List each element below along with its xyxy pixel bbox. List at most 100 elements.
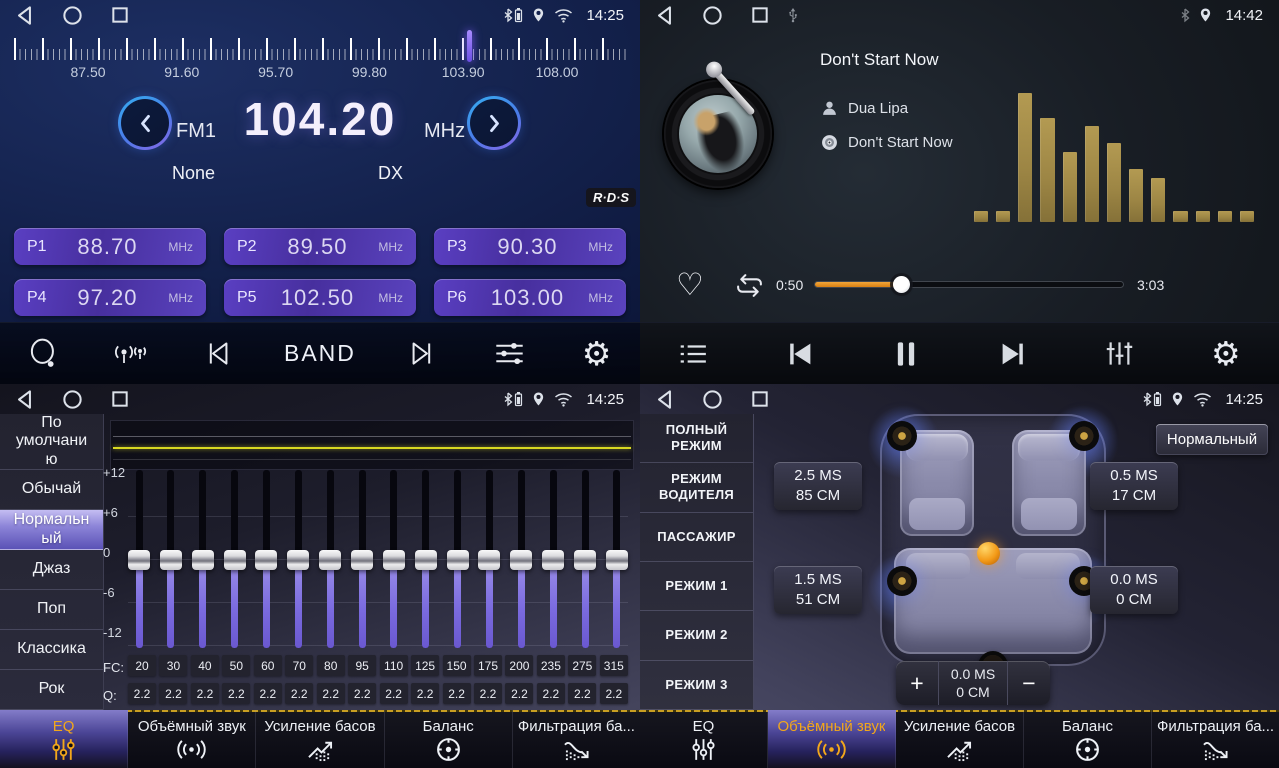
slider-thumb[interactable] [160,550,182,570]
eq-band-slider[interactable] [606,474,628,646]
fc-value-chip[interactable]: 80 [317,655,345,676]
fc-value-chip[interactable]: 50 [222,655,250,676]
back-icon[interactable] [16,6,33,25]
tune-down-button[interactable] [118,96,172,150]
tab-filter[interactable]: Фильтрация ба... [513,710,640,768]
seek-previous-icon[interactable] [197,340,237,367]
eq-band-slider[interactable] [160,474,182,646]
eq-preset-item[interactable]: Поп [0,590,103,630]
rear-right-delay-button[interactable]: 0.0 MS 0 CM [1090,566,1178,614]
q-value-chip[interactable]: 2.2 [380,683,408,704]
fc-value-chip[interactable]: 125 [411,655,439,676]
eq-band-slider[interactable] [574,474,596,646]
tab-eq[interactable]: EQ [640,710,768,768]
frequency-scale-ticks[interactable] [14,38,626,60]
slider-thumb[interactable] [192,550,214,570]
eq-band-slider[interactable] [351,474,373,646]
tab-filter[interactable]: Фильтрация ба... [1152,710,1279,768]
tab-eq[interactable]: EQ [0,710,128,768]
slider-thumb[interactable] [510,550,532,570]
eq-preset-item[interactable]: Обычай [0,470,103,510]
preset-button[interactable]: P289.50MHz [224,228,416,265]
eq-band-slider[interactable] [383,474,405,646]
progress-bar[interactable] [814,281,1124,288]
eq-band-slider[interactable] [319,474,341,646]
decrease-delay-button[interactable]: − [1008,661,1050,705]
home-icon[interactable] [63,390,82,409]
q-value-chip[interactable]: 2.2 [254,683,282,704]
preset-button[interactable]: P497.20MHz [14,279,206,316]
slider-thumb[interactable] [224,550,246,570]
normal-preset-button[interactable]: Нормальный [1156,424,1268,455]
eq-band-slider[interactable] [192,474,214,646]
fc-value-chip[interactable]: 175 [474,655,502,676]
next-track-icon[interactable] [993,341,1033,367]
eq-preset-item[interactable]: По умолчанию [0,414,103,470]
progress-knob[interactable] [893,276,910,293]
eq-band-slider[interactable] [287,474,309,646]
fc-value-chip[interactable]: 95 [348,655,376,676]
home-icon[interactable] [703,390,722,409]
recents-icon[interactable] [112,391,128,407]
q-value-chip[interactable]: 2.2 [443,683,471,704]
slider-thumb[interactable] [542,550,564,570]
front-left-speaker-icon[interactable] [887,421,917,451]
fc-value-chip[interactable]: 40 [191,655,219,676]
slider-thumb[interactable] [319,550,341,570]
listening-position-marker[interactable] [977,542,1000,565]
fc-value-chip[interactable]: 60 [254,655,282,676]
slider-thumb[interactable] [415,550,437,570]
tab-bass-boost[interactable]: Усиление басов [896,710,1024,768]
rear-left-speaker-icon[interactable] [887,566,917,596]
home-icon[interactable] [703,6,722,25]
q-value-chip[interactable]: 2.2 [411,683,439,704]
slider-thumb[interactable] [351,550,373,570]
band-button[interactable]: BAND [284,340,356,367]
tab-balance[interactable]: Баланс [385,710,513,768]
q-value-chip[interactable]: 2.2 [191,683,219,704]
fc-value-chip[interactable]: 150 [443,655,471,676]
eq-preset-item[interactable]: Классика [0,630,103,670]
favorite-icon[interactable]: ♡ [676,267,704,303]
fc-value-chip[interactable]: 275 [568,655,596,676]
fc-value-chip[interactable]: 315 [600,655,628,676]
eq-band-slider[interactable] [447,474,469,646]
q-value-chip[interactable]: 2.2 [317,683,345,704]
equalizer-icon[interactable] [1099,339,1139,368]
eq-preset-item[interactable]: Рок [0,670,103,710]
q-value-chip[interactable]: 2.2 [505,683,533,704]
eq-band-slider[interactable] [510,474,532,646]
eq-band-slider[interactable] [255,474,277,646]
eq-preset-item[interactable]: Нормальный [0,510,103,550]
eq-band-slider[interactable] [542,474,564,646]
album-art[interactable] [664,80,772,188]
settings-gear-icon[interactable]: ⚙ [1206,337,1246,370]
eq-band-slider[interactable] [478,474,500,646]
slider-thumb[interactable] [287,550,309,570]
slider-thumb[interactable] [574,550,596,570]
fc-value-chip[interactable]: 200 [505,655,533,676]
seek-next-icon[interactable] [403,340,443,367]
slider-thumb[interactable] [447,550,469,570]
eq-band-slider[interactable] [128,474,150,646]
rear-left-delay-button[interactable]: 1.5 MS 51 CM [774,566,862,614]
slider-thumb[interactable] [606,550,628,570]
q-value-chip[interactable]: 2.2 [159,683,187,704]
listening-mode-item[interactable]: РЕЖИМ 2 [640,611,753,660]
slider-thumb[interactable] [383,550,405,570]
recents-icon[interactable] [112,7,128,23]
q-value-chip[interactable]: 2.2 [474,683,502,704]
recents-icon[interactable] [752,7,768,23]
slider-thumb[interactable] [255,550,277,570]
pause-icon[interactable] [886,340,926,368]
previous-track-icon[interactable] [780,341,820,367]
increase-delay-button[interactable]: + [896,661,938,705]
recents-icon[interactable] [752,391,768,407]
eq-band-slider[interactable] [224,474,246,646]
tab-balance[interactable]: Баланс [1024,710,1152,768]
fc-value-chip[interactable]: 110 [380,655,408,676]
fc-value-chip[interactable]: 20 [128,655,156,676]
fc-value-chip[interactable]: 235 [537,655,565,676]
back-icon[interactable] [656,390,673,409]
preset-button[interactable]: P390.30MHz [434,228,626,265]
